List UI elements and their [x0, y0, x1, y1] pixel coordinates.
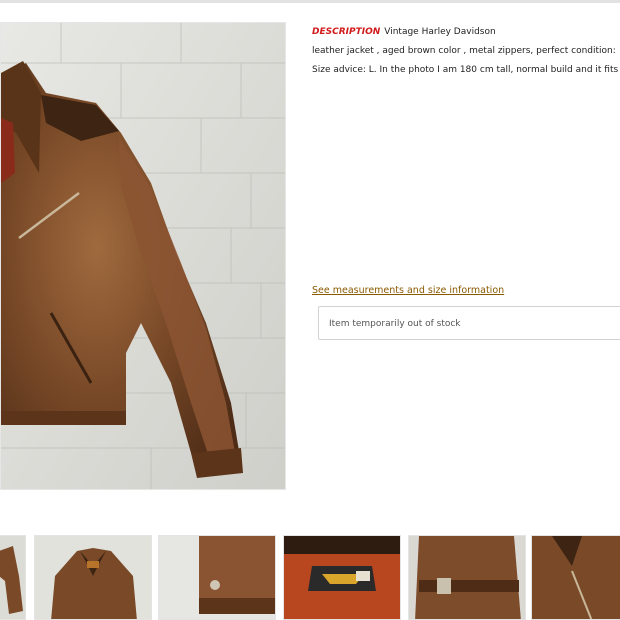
stock-status-box: Item temporarily out of stock [318, 306, 620, 340]
thumbnail-2[interactable] [34, 535, 152, 620]
description-line-2: leather jacket , aged brown color , meta… [312, 46, 616, 56]
description-label: DESCRIPTION [312, 27, 381, 37]
top-divider [0, 0, 620, 3]
description-line-3: Size advice: L. In the photo I am 180 cm… [312, 65, 619, 75]
thumbnail-6[interactable] [531, 535, 620, 620]
product-description: DESCRIPTION Vintage Harley Davidson leath… [312, 23, 620, 80]
description-title-line: DESCRIPTION Vintage Harley Davidson [312, 23, 620, 42]
main-product-image[interactable] [0, 22, 286, 490]
thumbnail-4[interactable] [283, 535, 401, 620]
description-title: Vintage Harley Davidson [384, 27, 496, 37]
thumbnail-1[interactable] [0, 535, 26, 620]
thumbnail-3[interactable] [158, 535, 276, 620]
thumbnail-5[interactable] [408, 535, 526, 620]
size-information-link[interactable]: See measurements and size information [312, 285, 504, 296]
thumbnail-strip [0, 535, 620, 620]
